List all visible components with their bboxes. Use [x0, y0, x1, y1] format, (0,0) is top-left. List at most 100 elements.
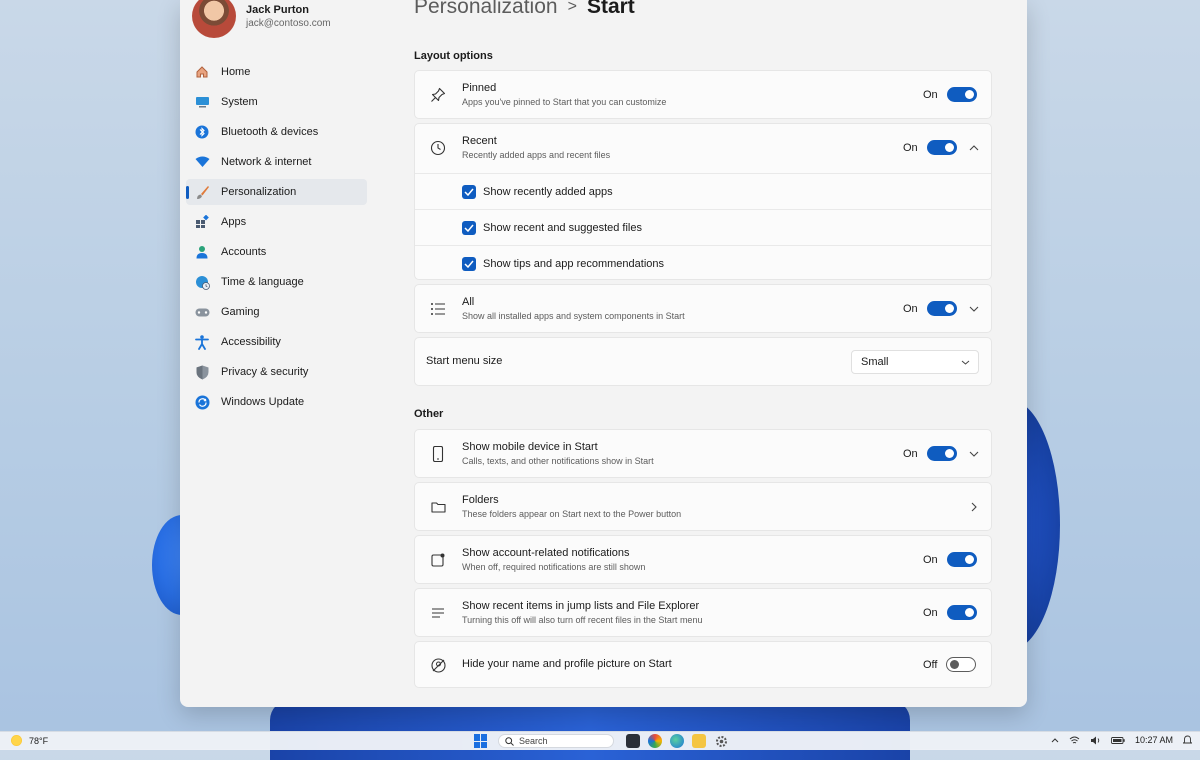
- sidebar-item-label: System: [221, 96, 258, 108]
- bluetooth-icon: [194, 124, 210, 140]
- user-profile[interactable]: Jack Purton jack@contoso.com: [192, 0, 331, 38]
- sidebar-item-network[interactable]: Network & internet: [186, 149, 367, 175]
- breadcrumb: Personalization > Start: [414, 0, 635, 19]
- file-explorer-icon[interactable]: [692, 734, 706, 748]
- setting-title: Pinned: [462, 82, 497, 94]
- sidebar-item-home[interactable]: Home: [186, 59, 367, 85]
- taskbar: 78°F Search 10:27 AM: [0, 731, 1200, 750]
- chevron-down-icon: [958, 355, 972, 369]
- recent-option-row[interactable]: Show tips and app recommendations: [415, 245, 991, 282]
- chevron-up-icon[interactable]: [1051, 737, 1059, 743]
- sidebar-item-privacy[interactable]: Privacy & security: [186, 359, 367, 385]
- sun-icon: [11, 735, 22, 746]
- chevron-up-icon[interactable]: [967, 141, 981, 155]
- sidebar-item-apps[interactable]: Apps: [186, 209, 367, 235]
- breadcrumb-parent[interactable]: Personalization: [414, 0, 558, 19]
- recent-option-row[interactable]: Show recently added apps: [415, 173, 991, 210]
- weather-widget[interactable]: 78°F: [11, 735, 48, 746]
- checkbox-label: Show recent and suggested files: [483, 222, 642, 234]
- copilot-icon[interactable]: [648, 734, 662, 748]
- setting-account-notifications[interactable]: Show account-related notifications When …: [414, 535, 992, 584]
- sidebar-item-windows-update[interactable]: Windows Update: [186, 389, 367, 415]
- notification-bell-icon[interactable]: [1183, 735, 1192, 745]
- profile-name: Jack Purton: [246, 3, 309, 16]
- recent-option-row[interactable]: Show recent and suggested files: [415, 209, 991, 246]
- task-view-icon[interactable]: [626, 734, 640, 748]
- avatar[interactable]: [192, 0, 236, 38]
- clock-time[interactable]: 10:27 AM: [1135, 735, 1173, 745]
- toggle-state-label: On: [923, 553, 938, 566]
- gamepad-icon: [194, 304, 210, 320]
- sidebar-item-gaming[interactable]: Gaming: [186, 299, 367, 325]
- start-button[interactable]: [474, 734, 488, 748]
- settings-window: Jack Purton jack@contoso.com Home System…: [180, 0, 1027, 707]
- folder-icon: [429, 498, 447, 516]
- notification-badge-icon: [429, 551, 447, 569]
- checkbox-checked[interactable]: [462, 257, 476, 271]
- setting-all[interactable]: All Show all installed apps and system c…: [414, 284, 992, 333]
- battery-icon[interactable]: [1111, 736, 1125, 744]
- chevron-right-icon[interactable]: [967, 500, 981, 514]
- account-notifications-toggle[interactable]: [946, 552, 977, 567]
- chevron-down-icon[interactable]: [967, 302, 981, 316]
- sidebar-item-personalization[interactable]: Personalization: [186, 179, 367, 205]
- sidebar-item-accounts[interactable]: Accounts: [186, 239, 367, 265]
- hide-person-icon: [429, 656, 447, 674]
- setting-description: Turning this off will also turn off rece…: [462, 615, 703, 625]
- setting-description: Show all installed apps and system compo…: [462, 311, 685, 321]
- system-icon: [194, 94, 210, 110]
- brush-icon: [194, 184, 210, 200]
- sidebar-item-accessibility[interactable]: Accessibility: [186, 329, 367, 355]
- start-menu-size-dropdown[interactable]: Small: [851, 350, 979, 374]
- wallpaper-bloom-bottom: [270, 700, 910, 760]
- setting-pinned[interactable]: Pinned Apps you've pinned to Start that …: [414, 70, 992, 119]
- checkbox-checked[interactable]: [462, 221, 476, 235]
- sidebar-item-time-language[interactable]: Time & language: [186, 269, 367, 295]
- home-icon: [194, 64, 210, 80]
- setting-title: Folders: [462, 494, 499, 506]
- setting-mobile-device[interactable]: Show mobile device in Start Calls, texts…: [414, 429, 992, 478]
- edge-icon[interactable]: [670, 734, 684, 748]
- sidebar-item-label: Home: [221, 66, 251, 78]
- mobile-device-toggle[interactable]: [926, 446, 957, 461]
- setting-title: Recent: [462, 135, 497, 147]
- hide-profile-toggle[interactable]: [946, 657, 977, 672]
- setting-recent: Recent Recently added apps and recent fi…: [414, 123, 992, 280]
- shield-icon: [194, 364, 210, 380]
- setting-folders[interactable]: Folders These folders appear on Start ne…: [414, 482, 992, 531]
- page-title: Start: [586, 0, 635, 18]
- volume-icon[interactable]: [1090, 736, 1101, 745]
- setting-title: Show recent items in jump lists and File…: [462, 600, 700, 612]
- sidebar-item-bluetooth[interactable]: Bluetooth & devices: [186, 119, 367, 145]
- setting-title: Show account-related notifications: [462, 547, 630, 559]
- profile-email: jack@contoso.com: [246, 17, 331, 29]
- clock-icon: [429, 139, 447, 157]
- toggle-state-label: On: [903, 302, 918, 315]
- taskbar-search[interactable]: Search: [498, 734, 614, 748]
- toggle-state-label: On: [903, 141, 918, 154]
- recent-toggle[interactable]: [926, 140, 957, 155]
- toggle-state-label: On: [923, 606, 938, 619]
- weather-temperature: 78°F: [29, 735, 49, 746]
- chevron-down-icon[interactable]: [967, 447, 981, 461]
- pin-icon: [429, 86, 447, 104]
- sidebar-item-system[interactable]: System: [186, 89, 367, 115]
- setting-description: These folders appear on Start next to th…: [462, 509, 682, 519]
- all-toggle[interactable]: [926, 301, 957, 316]
- settings-gear-icon[interactable]: [714, 734, 728, 748]
- jump-lists-toggle[interactable]: [946, 605, 977, 620]
- wifi-icon[interactable]: [1069, 736, 1080, 745]
- sidebar-item-label: Personalization: [221, 186, 297, 198]
- setting-title: Show mobile device in Start: [462, 441, 598, 453]
- list-icon: [429, 300, 447, 318]
- setting-recent-header[interactable]: Recent Recently added apps and recent fi…: [415, 124, 991, 172]
- setting-description: Apps you've pinned to Start that you can…: [462, 97, 667, 107]
- setting-start-menu-size: Start menu size Small: [414, 337, 992, 386]
- sidebar-item-label: Bluetooth & devices: [221, 126, 319, 138]
- setting-jump-lists[interactable]: Show recent items in jump lists and File…: [414, 588, 992, 637]
- setting-hide-profile[interactable]: Hide your name and profile picture on St…: [414, 641, 992, 688]
- checkbox-checked[interactable]: [462, 185, 476, 199]
- sidebar-nav: Home System Bluetooth & devices Network …: [186, 59, 367, 419]
- pinned-toggle[interactable]: [946, 87, 977, 102]
- apps-icon: [194, 214, 210, 230]
